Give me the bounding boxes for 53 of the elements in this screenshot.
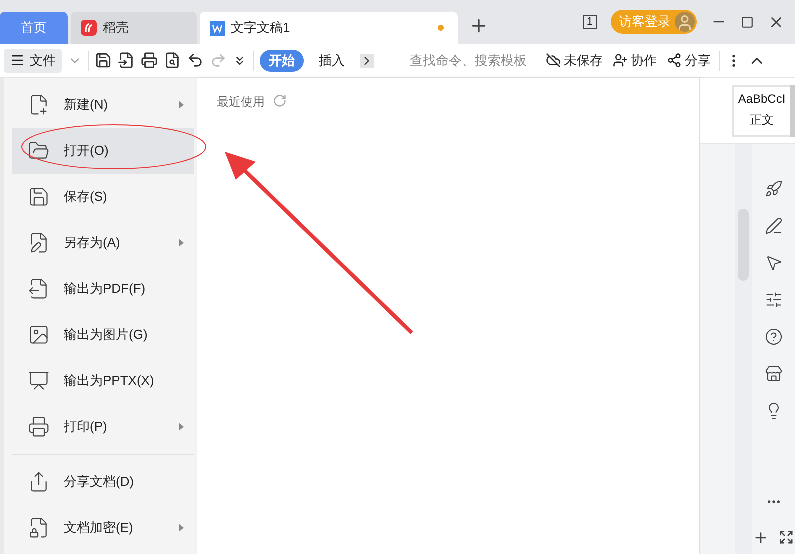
user-plus-icon	[613, 53, 628, 68]
document-logo-icon	[210, 20, 225, 36]
avatar-icon	[675, 12, 695, 32]
presentation-icon	[28, 370, 50, 392]
share-icon	[28, 471, 50, 493]
menu-item[interactable]: 分享文档(D)	[12, 459, 194, 505]
cloud-icon	[546, 53, 561, 68]
file-lock-icon	[28, 517, 50, 539]
menu-item[interactable]: 输出为PPTX(X)	[12, 358, 194, 404]
toolbar-action[interactable]: 分享	[665, 52, 713, 70]
toolbar-action[interactable]: 未保存	[544, 52, 605, 70]
pen-icon[interactable]	[764, 217, 782, 235]
tab[interactable]: 稻壳	[71, 12, 197, 44]
image-icon	[28, 324, 50, 346]
share-icon	[667, 53, 682, 68]
menu-item[interactable]: 新建(N)	[12, 82, 194, 128]
leaf-logo-icon	[81, 20, 97, 36]
search-field[interactable]: 查找命令、搜索模板	[408, 52, 538, 69]
file-export-icon	[28, 278, 50, 300]
file-pen-icon	[28, 232, 50, 254]
scrollbar[interactable]	[735, 144, 752, 554]
save-icon	[28, 186, 50, 208]
menu-item[interactable]: 文档加密(E)	[12, 505, 194, 551]
fullscreen-icon[interactable]	[779, 530, 794, 545]
preview-icon[interactable]	[164, 52, 181, 69]
window-count[interactable]: 1	[582, 15, 597, 29]
ribbon-tab[interactable]: 开始	[260, 50, 304, 72]
menu-item[interactable]: 打开(O)	[12, 128, 194, 174]
menu-item[interactable]: 输出为图片(G)	[12, 312, 194, 358]
save-icon[interactable]	[95, 52, 112, 69]
ribbon-tab[interactable]: 插入	[310, 50, 354, 72]
file-menu-button[interactable]: 文件	[4, 48, 62, 72]
new-file-icon	[28, 94, 50, 116]
menu-item[interactable]: 保存(S)	[12, 174, 194, 220]
sliders-icon[interactable]	[764, 291, 782, 309]
help-icon[interactable]	[764, 328, 782, 346]
zoom-in-icon[interactable]	[753, 530, 769, 546]
menu-item[interactable]: 输出为PDF(F)	[12, 266, 194, 312]
folder-icon	[28, 140, 50, 162]
menu-item[interactable]: 另存为(A)	[12, 220, 194, 266]
tab[interactable]: 文字文稿1	[200, 12, 458, 44]
menu-icon	[10, 53, 25, 68]
export-icon[interactable]	[118, 52, 135, 69]
maximize-icon[interactable]	[741, 16, 754, 28]
printer-icon[interactable]	[141, 52, 158, 69]
store-icon[interactable]	[764, 365, 782, 383]
printer-icon	[28, 416, 50, 438]
menu-item[interactable]: 打印(P)	[12, 404, 194, 450]
rocket-icon[interactable]	[764, 180, 782, 198]
toolbar-action[interactable]: 协作	[611, 52, 659, 70]
recent-title: 最近使用	[217, 94, 265, 111]
undo-icon[interactable]	[187, 52, 204, 69]
pointer-icon[interactable]	[764, 254, 782, 272]
